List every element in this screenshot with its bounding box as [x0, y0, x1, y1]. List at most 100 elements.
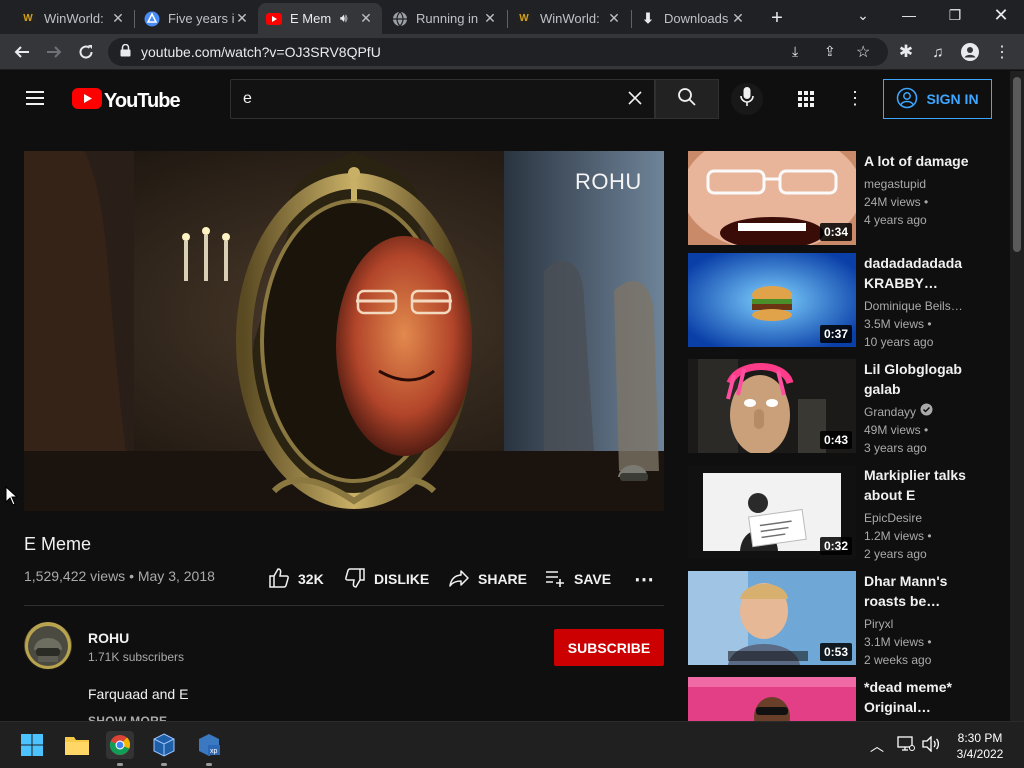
tab-winworld-2[interactable]: W WinWorld: ✕: [508, 3, 630, 34]
network-icon[interactable]: [897, 736, 915, 757]
close-tab-icon[interactable]: ✕: [606, 10, 622, 27]
video-thumbnail[interactable]: 0:37: [688, 253, 856, 347]
close-tab-icon[interactable]: ✕: [110, 10, 126, 27]
recommended-channel[interactable]: Dominique Beils…: [864, 297, 963, 315]
video-thumbnail[interactable]: 0:43: [688, 359, 856, 453]
show-hidden-icons-chevron-icon[interactable]: ︿: [870, 736, 884, 756]
minimize-button[interactable]: —: [886, 0, 932, 30]
forward-button[interactable]: [40, 38, 68, 66]
share-button[interactable]: SHARE: [448, 566, 527, 592]
search-input[interactable]: e: [230, 79, 655, 119]
tab-search-chevron-icon[interactable]: ⌄: [840, 0, 886, 30]
profile-avatar-icon[interactable]: [956, 38, 984, 66]
recommended-title[interactable]: dadadadadada KRABBY…: [864, 253, 972, 293]
download-icon: ⬇: [642, 10, 654, 26]
extensions-icon[interactable]: ✱: [892, 38, 920, 66]
recommended-channel[interactable]: megastupid: [864, 175, 926, 193]
search-input-value: e: [243, 90, 252, 107]
svg-text:xp: xp: [210, 748, 218, 755]
channel-name[interactable]: ROHU: [88, 630, 129, 646]
recommended-channel[interactable]: Grandayy: [864, 403, 933, 421]
video-player[interactable]: ROHU: [24, 151, 664, 511]
recommended-channel[interactable]: Piryxl: [864, 615, 893, 633]
video-thumbnail[interactable]: 0:34: [688, 151, 856, 245]
duration-badge: 0:37: [819, 325, 852, 343]
page-scrollbar[interactable]: [1010, 71, 1024, 721]
speaker-icon[interactable]: 🔊︎: [340, 11, 358, 26]
file-explorer-icon[interactable]: [63, 731, 91, 759]
url-text: youtube.com/watch?v=OJ3SRV8QPfU: [141, 44, 381, 60]
install-app-icon[interactable]: ⤓: [792, 43, 798, 60]
close-tab-icon[interactable]: ✕: [482, 10, 498, 27]
recommended-title[interactable]: Dhar Mann's roasts be…: [864, 571, 972, 611]
recommended-title[interactable]: A lot of damage: [864, 151, 972, 171]
close-tab-icon[interactable]: ✕: [358, 10, 374, 27]
recommended-title[interactable]: Lil Globglogabgalab: [864, 359, 964, 399]
start-windows-icon[interactable]: [18, 731, 46, 759]
recommended-channel-text: Grandayy: [864, 405, 917, 419]
tab-downloads[interactable]: ⬇ Downloads ✕: [632, 3, 754, 34]
video-thumbnail[interactable]: [688, 677, 856, 721]
running-indicator: [161, 763, 167, 766]
recommended-video[interactable]: 0:34 A lot of damage megastupid 24M view…: [688, 151, 1008, 245]
clear-search-icon[interactable]: [626, 89, 644, 112]
close-tab-icon[interactable]: ✕: [730, 10, 746, 27]
dislike-button[interactable]: DISLIKE: [344, 566, 429, 592]
recommended-video[interactable]: 0:43 Lil Globglogabgalab Grandayy 49M vi…: [688, 359, 1008, 455]
like-button[interactable]: 32K: [268, 566, 324, 592]
xp-vm-icon[interactable]: xp: [195, 731, 223, 759]
close-window-button[interactable]: ✕: [978, 0, 1024, 30]
recommended-video[interactable]: 0:32 Markiplier talks about E EpicDesire…: [688, 465, 1008, 561]
tab-five-years[interactable]: Five years i ✕: [136, 3, 258, 34]
virtualbox-icon[interactable]: [150, 731, 178, 759]
bookmark-star-icon[interactable]: ☆: [856, 42, 870, 62]
channel-avatar[interactable]: [24, 622, 72, 670]
volume-icon[interactable]: [922, 735, 940, 757]
recommended-title[interactable]: Markiplier talks about E: [864, 465, 972, 505]
settings-more-icon[interactable]: ⋮: [846, 88, 864, 109]
restore-button[interactable]: ❐: [932, 0, 978, 30]
youtube-icon: [266, 11, 282, 27]
tab-running-in[interactable]: Running in ✕: [384, 3, 506, 34]
video-thumbnail[interactable]: 0:53: [688, 571, 856, 665]
new-tab-button[interactable]: +: [764, 5, 790, 31]
tab-title: Five years i: [168, 11, 234, 26]
share-page-icon[interactable]: ⇪: [824, 43, 836, 60]
voice-search-button[interactable]: [731, 83, 763, 115]
hamburger-menu-icon[interactable]: [24, 87, 48, 111]
scrollbar-thumb[interactable]: [1013, 77, 1021, 252]
video-thumbnail[interactable]: 0:32: [688, 465, 856, 559]
windows-taskbar: xp ︿ 8:30 PM 3/4/2022: [0, 721, 1024, 768]
recommended-age: 3 years ago: [864, 441, 927, 455]
clock-time: 8:30 PM: [957, 731, 1003, 745]
thumbs-down-icon: [344, 567, 366, 592]
recommended-video[interactable]: *dead meme* Original…: [688, 677, 1008, 721]
more-actions-icon[interactable]: ⋯: [634, 566, 654, 592]
sign-in-button[interactable]: SIGN IN: [883, 79, 992, 119]
apps-grid-icon[interactable]: [797, 90, 815, 113]
youtube-logo[interactable]: YouTube: [72, 88, 181, 114]
recommended-video[interactable]: 0:37 dadadadadada KRABBY… Dominique Beil…: [688, 253, 1008, 349]
youtube-logo-text: YouTube: [104, 89, 181, 112]
browser-menu-icon[interactable]: ⋮: [988, 38, 1016, 66]
video-views-date: 1,529,422 views • May 3, 2018: [24, 568, 215, 584]
recommended-video[interactable]: 0:53 Dhar Mann's roasts be… Piryxl 3.1M …: [688, 571, 1008, 667]
system-clock[interactable]: 8:30 PM 3/4/2022: [950, 730, 1010, 762]
search-button[interactable]: [655, 79, 719, 119]
sign-in-label: SIGN IN: [926, 91, 979, 107]
chrome-taskbar-icon[interactable]: [106, 731, 134, 759]
tab-e-meme[interactable]: E Mem 🔊︎ ✕: [258, 3, 382, 34]
back-button[interactable]: [8, 38, 36, 66]
save-button[interactable]: SAVE: [544, 566, 611, 592]
close-tab-icon[interactable]: ✕: [234, 10, 250, 27]
recommended-title[interactable]: *dead meme* Original…: [864, 677, 972, 717]
subscriber-count: 1.71K subscribers: [88, 650, 185, 664]
recommended-channel[interactable]: EpicDesire: [864, 509, 922, 527]
clock-date: 3/4/2022: [956, 747, 1004, 761]
address-bar[interactable]: youtube.com/watch?v=OJ3SRV8QPfU ⤓ ⇪ ☆: [108, 38, 888, 66]
reload-button[interactable]: [72, 38, 100, 66]
lock-icon[interactable]: [120, 43, 131, 60]
tab-winworld-1[interactable]: W WinWorld: ✕: [12, 3, 134, 34]
media-control-icon[interactable]: ♫: [924, 38, 952, 66]
subscribe-button[interactable]: SUBSCRIBE: [554, 629, 664, 666]
